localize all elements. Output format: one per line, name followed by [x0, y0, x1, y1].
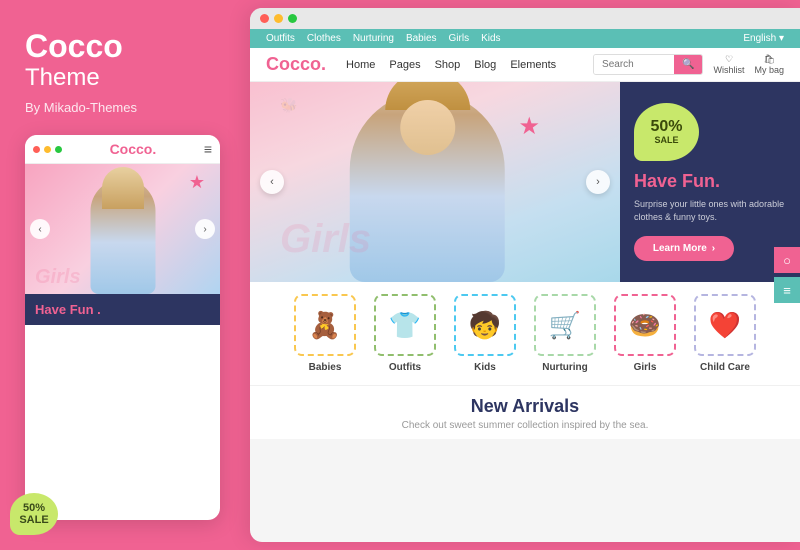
babies-icon-box: 🧸	[294, 294, 356, 356]
bag-button[interactable]: 🛍 My bag	[754, 54, 784, 75]
girls-label: Girls	[634, 362, 657, 373]
girls-icon-box: 🍩	[614, 294, 676, 356]
header-right: 🔍 ♡ Wishlist 🛍 My bag	[593, 54, 784, 75]
header-nav: Home Pages Shop Blog Elements	[346, 59, 593, 71]
right-edge-panel: ○ ≡	[774, 247, 800, 303]
mobile-menu-icon[interactable]: ≡	[204, 141, 212, 157]
desktop-mockup: Outfits Clothes Nurturing Babies Girls K…	[250, 8, 800, 542]
chrome-dot-green	[288, 14, 297, 23]
bee-decoration: 🐝	[280, 97, 297, 114]
bag-label: My bag	[754, 65, 784, 75]
edge-icon-bottom[interactable]: ≡	[774, 277, 800, 303]
left-panel: Cocco Theme By Mikado-Themes Cocco. ≡ ★ …	[0, 0, 250, 550]
top-nav-bar: Outfits Clothes Nurturing Babies Girls K…	[250, 29, 800, 48]
mobile-watermark: Girls	[35, 266, 81, 289]
main-header: Cocco. Home Pages Shop Blog Elements 🔍 ♡…	[250, 48, 800, 82]
hero-image-area: ★ 🐝 Girls ‹ ›	[250, 82, 620, 282]
mobile-dots	[33, 146, 62, 153]
language-selector[interactable]: English ▾	[743, 33, 784, 44]
category-girls[interactable]: 🍩 Girls	[609, 294, 681, 373]
nav-shop[interactable]: Shop	[435, 59, 461, 71]
chrome-dot-red	[260, 14, 269, 23]
hero-info-panel: 50% SALE Have Fun. Surprise your little …	[620, 82, 800, 282]
search-box: 🔍	[593, 54, 703, 75]
heart-icon: ♡	[725, 54, 733, 65]
mobile-top-bar: Cocco. ≡	[25, 135, 220, 164]
categories-section: 🧸 Babies 👕 Outfits 🧒 Kids 🛒 Nurturing 🍩 …	[250, 282, 800, 385]
hero-star-decoration: ★	[518, 112, 540, 141]
mobile-hero-bg: ★ Girls	[25, 164, 220, 294]
hero-girl-face	[400, 100, 455, 155]
brand-name: Cocco	[25, 30, 225, 62]
arrow-right-icon: ›	[712, 243, 715, 254]
childcare-label: Child Care	[700, 362, 750, 373]
sale-badge: 50% SALE	[634, 103, 699, 161]
category-childcare[interactable]: ❤️ Child Care	[689, 294, 761, 373]
category-babies[interactable]: 🧸 Babies	[289, 294, 361, 373]
mobile-have-fun: Have Fun .	[35, 302, 210, 317]
edge-icon-top[interactable]: ○	[774, 247, 800, 273]
kids-icon-box: 🧒	[454, 294, 516, 356]
wishlist-button[interactable]: ♡ Wishlist	[713, 54, 744, 75]
top-nav-girls[interactable]: Girls	[449, 33, 470, 44]
search-button[interactable]: 🔍	[674, 55, 702, 74]
bag-icon: 🛍	[764, 54, 775, 65]
hero-title: Have Fun.	[634, 171, 786, 192]
hero-description: Surprise your little ones with adorable …	[634, 198, 786, 223]
mobile-hero: ★ Girls ‹ ›	[25, 164, 220, 294]
mobile-sale-text: SALE	[25, 514, 49, 520]
nav-elements[interactable]: Elements	[510, 59, 556, 71]
mobile-bottom-section: 50% SALE Have Fun .	[25, 294, 220, 325]
nurturing-label: Nurturing	[542, 362, 588, 373]
mobile-dot-green	[55, 146, 62, 153]
category-nurturing[interactable]: 🛒 Nurturing	[529, 294, 601, 373]
category-outfits[interactable]: 👕 Outfits	[369, 294, 441, 373]
outfits-label: Outfits	[389, 362, 421, 373]
new-arrivals-subtitle: Check out sweet summer collection inspir…	[266, 420, 784, 431]
browser-chrome	[250, 8, 800, 29]
babies-label: Babies	[309, 362, 342, 373]
header-icons: ♡ Wishlist 🛍 My bag	[713, 54, 784, 75]
header-logo: Cocco.	[266, 54, 326, 75]
hero-arrows: ‹ ›	[250, 170, 620, 194]
mobile-girl-hat	[102, 167, 144, 209]
mobile-star: ★	[189, 172, 205, 193]
new-arrivals-section: New Arrivals Check out sweet summer coll…	[250, 385, 800, 439]
top-nav-outfits[interactable]: Outfits	[266, 33, 295, 44]
nav-blog[interactable]: Blog	[474, 59, 496, 71]
childcare-icon-box: ❤️	[694, 294, 756, 356]
hero-arrow-left[interactable]: ‹	[260, 170, 284, 194]
mobile-logo: Cocco.	[110, 141, 157, 157]
learn-more-label: Learn More	[653, 243, 707, 254]
nav-pages[interactable]: Pages	[389, 59, 420, 71]
hero-watermark: Girls	[280, 217, 371, 262]
category-kids[interactable]: 🧒 Kids	[449, 294, 521, 373]
mobile-dot-yellow	[44, 146, 51, 153]
outfits-icon-box: 👕	[374, 294, 436, 356]
sale-label: SALE	[654, 135, 678, 145]
nav-home[interactable]: Home	[346, 59, 375, 71]
top-nav-nurturing[interactable]: Nurturing	[353, 33, 394, 44]
mobile-arrow-right[interactable]: ›	[195, 219, 215, 239]
mobile-sale-percent: 50%	[25, 502, 45, 514]
wishlist-label: Wishlist	[713, 65, 744, 75]
brand-by: By Mikado-Themes	[25, 100, 225, 115]
hero-arrow-right[interactable]: ›	[586, 170, 610, 194]
new-arrivals-title: New Arrivals	[266, 396, 784, 417]
search-input[interactable]	[594, 55, 674, 74]
kids-label: Kids	[474, 362, 496, 373]
mobile-sale-badge: 50% SALE	[25, 493, 58, 520]
mobile-dot-red	[33, 146, 40, 153]
chrome-dot-yellow	[274, 14, 283, 23]
mobile-arrow-left[interactable]: ‹	[30, 219, 50, 239]
sale-percent: 50%	[650, 119, 682, 135]
top-nav-babies[interactable]: Babies	[406, 33, 437, 44]
brand-subtitle: Theme	[25, 64, 225, 92]
top-nav-kids[interactable]: Kids	[481, 33, 500, 44]
top-nav-clothes[interactable]: Clothes	[307, 33, 341, 44]
mobile-mockup: Cocco. ≡ ★ Girls ‹ › 50% SALE Have	[25, 135, 220, 520]
nurturing-icon-box: 🛒	[534, 294, 596, 356]
hero-section: ★ 🐝 Girls ‹ › 50% SALE Have Fun. Surpris…	[250, 82, 800, 282]
learn-more-button[interactable]: Learn More ›	[634, 236, 734, 261]
